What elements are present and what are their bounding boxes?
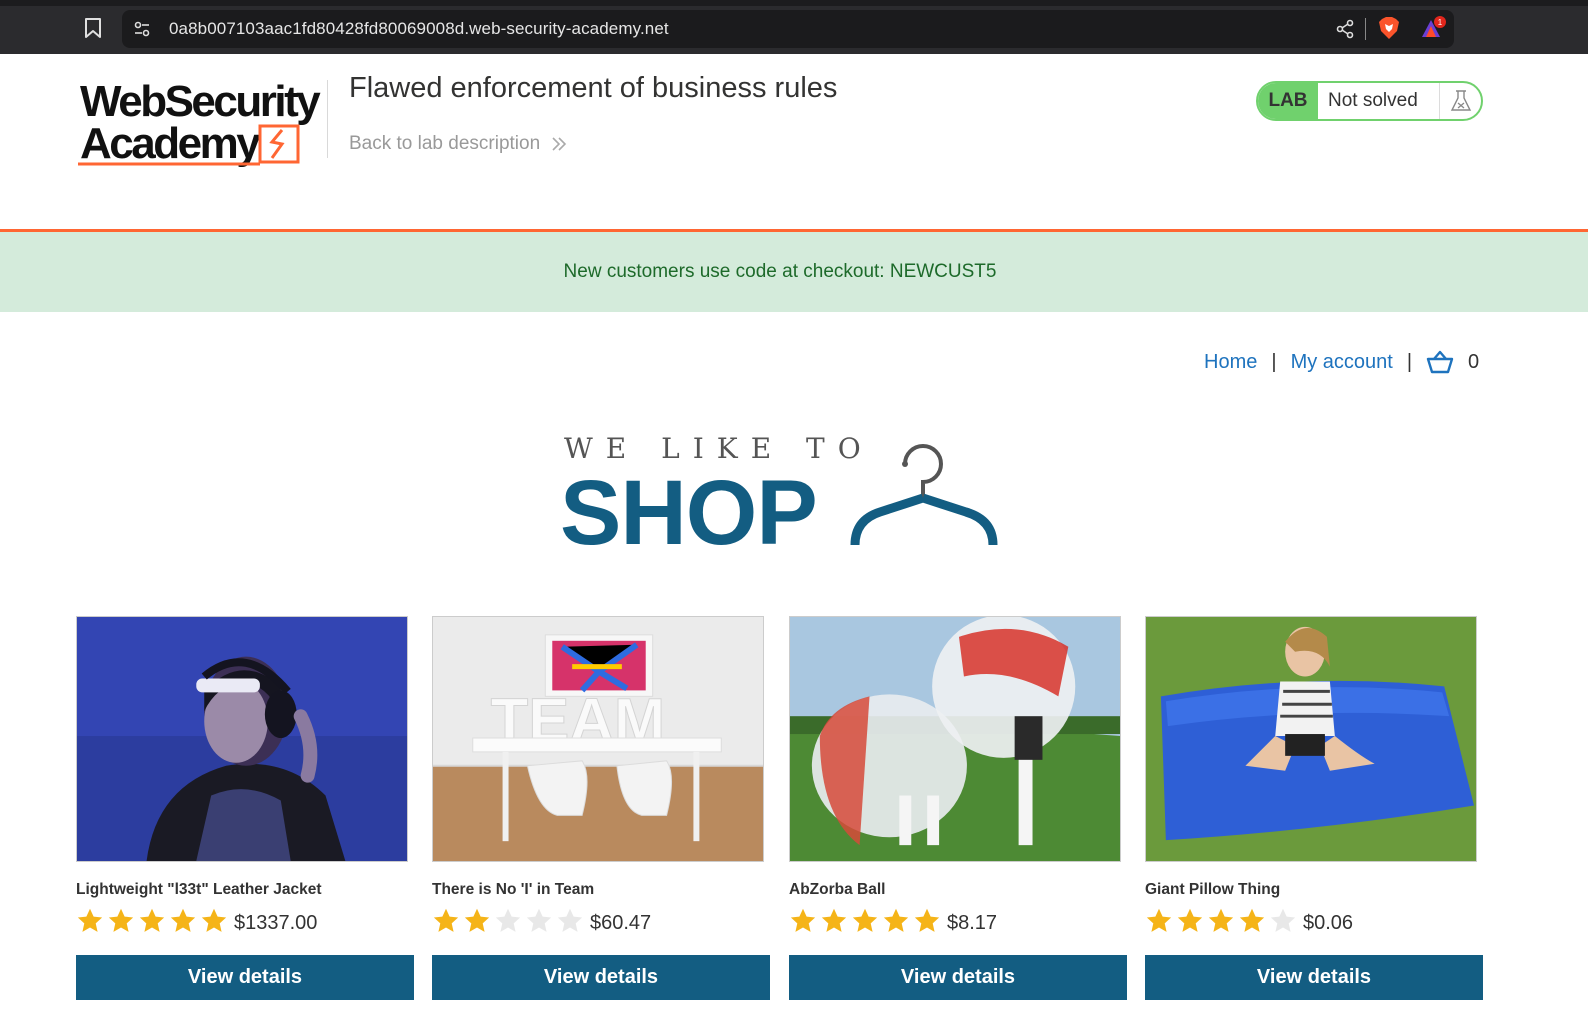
view-details-button[interactable]: View details [789, 955, 1127, 1000]
star-filled-icon [914, 908, 940, 932]
product-image [789, 616, 1121, 862]
star-empty-icon [526, 908, 552, 932]
lab-badge: LAB [1258, 83, 1318, 119]
star-filled-icon [1239, 908, 1265, 932]
star-filled-icon [1177, 908, 1203, 932]
star-filled-icon [883, 908, 909, 932]
flask-icon [1440, 83, 1481, 119]
brave-rewards-icon[interactable]: 1 [1420, 16, 1446, 40]
cart-icon[interactable] [1426, 349, 1454, 375]
we-like-to-shop-logo: WE LIKE TO SHOP [560, 432, 998, 556]
star-filled-icon [201, 908, 227, 932]
cart-count[interactable]: 0 [1468, 351, 1479, 374]
star-filled-icon [77, 908, 103, 932]
view-details-button[interactable]: View details [76, 955, 414, 1000]
star-filled-icon [433, 908, 459, 932]
product-name: There is No 'I' in Team [432, 881, 595, 898]
star-filled-icon [852, 908, 878, 932]
address-bar-divider [1365, 18, 1366, 40]
product-card: Giant Pillow Thing $0.06 View details [1145, 616, 1483, 1000]
home-link[interactable]: Home [1204, 351, 1257, 374]
notice-banner: New customers use code at checkout: NEWC… [0, 232, 1588, 312]
rating-stars [432, 907, 584, 935]
product-price: $8.17 [947, 912, 998, 934]
star-filled-icon [170, 908, 196, 932]
site-settings-icon[interactable] [133, 20, 151, 38]
web-security-academy-logo[interactable]: WebSecurity Academy [76, 78, 326, 170]
product-name: Giant Pillow Thing [1145, 881, 1281, 898]
product-image [1145, 616, 1477, 862]
shop-logo-tagline: WE LIKE TO [564, 432, 874, 465]
product-price: $0.06 [1303, 912, 1354, 934]
star-filled-icon [1208, 908, 1234, 932]
view-details-button[interactable]: View details [432, 955, 770, 1000]
url-text[interactable]: 0a8b007103aac1fd80428fd80069008d.web-sec… [169, 19, 669, 39]
star-filled-icon [139, 908, 165, 932]
double-chevron-right-icon [552, 137, 567, 151]
logo-text-line2: Academy [80, 119, 261, 168]
product-price: $60.47 [590, 912, 652, 934]
product-card: AbZorba Ball $8.17 View details [789, 616, 1127, 1000]
nav-separator: | [1406, 350, 1413, 373]
logo-divider [327, 80, 328, 158]
back-to-lab-description-link[interactable]: Back to lab description [349, 133, 568, 155]
nav-separator: | [1271, 350, 1277, 373]
rating-stars [789, 907, 941, 935]
back-link-label: Back to lab description [349, 133, 541, 154]
rewards-badge-count: 1 [1438, 18, 1443, 27]
lab-status-widget: LAB Not solved [1256, 81, 1483, 121]
view-details-button[interactable]: View details [1145, 955, 1483, 1000]
star-filled-icon [1146, 908, 1172, 932]
star-filled-icon [108, 908, 134, 932]
star-empty-icon [1270, 908, 1296, 932]
star-filled-icon [790, 908, 816, 932]
notice-text: New customers use code at checkout: NEWC… [563, 261, 997, 282]
top-navigation: Home | My account | 0 [1204, 349, 1479, 375]
share-icon[interactable] [1335, 19, 1355, 39]
product-image: TEAM [432, 616, 764, 862]
shop-logo-word: SHOP [560, 462, 817, 556]
star-empty-icon [557, 908, 583, 932]
brave-shields-icon[interactable] [1378, 16, 1400, 40]
product-image [76, 616, 408, 862]
star-filled-icon [821, 908, 847, 932]
star-filled-icon [464, 908, 490, 932]
my-account-link[interactable]: My account [1291, 351, 1393, 374]
star-empty-icon [495, 908, 521, 932]
lab-status-text: Not solved [1318, 83, 1440, 119]
lab-title: Flawed enforcement of business rules [349, 72, 838, 104]
rating-stars [1145, 907, 1297, 935]
product-card: Lightweight "l33t" Leather Jacket $1337.… [76, 616, 414, 1000]
product-name: Lightweight "l33t" Leather Jacket [76, 881, 322, 898]
bookmark-icon[interactable] [84, 17, 102, 39]
rating-stars [76, 907, 228, 935]
product-price: $1337.00 [234, 912, 318, 934]
product-card: TEAM There is No 'I' in Team $60.47 View… [432, 616, 770, 1000]
product-name: AbZorba Ball [789, 881, 886, 898]
